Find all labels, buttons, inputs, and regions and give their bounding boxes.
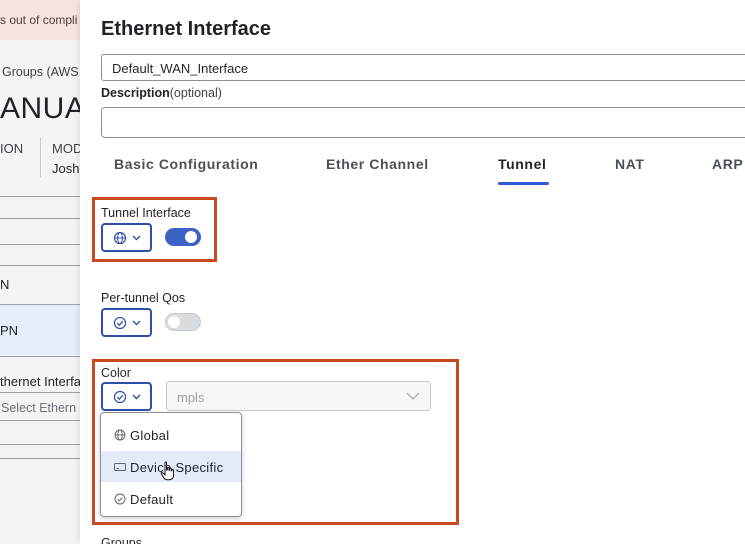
tab-basic-configuration[interactable]: Basic Configuration bbox=[114, 156, 258, 172]
column-label-2: MOD bbox=[52, 141, 80, 156]
color-select[interactable]: mpls bbox=[166, 381, 431, 411]
per-tunnel-qos-toggle[interactable] bbox=[165, 313, 201, 331]
scope-option-default[interactable]: Default bbox=[101, 483, 241, 514]
per-tunnel-qos-label: Per-tunnel Qos bbox=[101, 291, 186, 305]
interface-name-field[interactable]: Default_WAN_Interface bbox=[101, 54, 745, 81]
description-optional-text: (optional) bbox=[169, 86, 222, 100]
interface-name-value: Default_WAN_Interface bbox=[112, 61, 249, 76]
row-divider bbox=[0, 265, 80, 266]
check-circle-icon bbox=[114, 493, 126, 505]
tab-nat[interactable]: NAT bbox=[615, 156, 645, 172]
row-divider bbox=[0, 196, 80, 197]
check-circle-icon bbox=[113, 316, 141, 330]
tunnel-interface-label: Tunnel Interface bbox=[101, 206, 191, 220]
active-tab-indicator bbox=[498, 182, 549, 185]
column-value-2: Josh bbox=[52, 161, 80, 176]
tab-bar: Basic Configuration Ether Channel Tunnel… bbox=[80, 152, 745, 186]
background-page: s out of compli Groups (AWS ANUA ION MOD… bbox=[0, 0, 80, 544]
description-field[interactable] bbox=[101, 107, 745, 138]
per-tunnel-qos-scope-button[interactable] bbox=[101, 308, 152, 337]
ethernet-interface-panel: Ethernet Interface Default_WAN_Interface… bbox=[80, 0, 745, 544]
description-label-text: Description bbox=[101, 86, 170, 100]
row-divider bbox=[0, 444, 80, 445]
check-circle-icon bbox=[113, 390, 141, 404]
alert-text: s out of compli bbox=[0, 13, 78, 27]
compliance-alert: s out of compli bbox=[0, 0, 80, 40]
color-scope-button[interactable] bbox=[101, 382, 152, 411]
scope-option-label: Default bbox=[130, 492, 174, 507]
tab-ether-channel[interactable]: Ether Channel bbox=[326, 156, 429, 172]
column-label-1: ION bbox=[0, 141, 24, 156]
color-select-value: mpls bbox=[177, 390, 205, 405]
toggle-knob bbox=[168, 316, 180, 328]
scope-option-global[interactable]: Global bbox=[101, 419, 241, 450]
hand-cursor-icon bbox=[160, 461, 175, 481]
ethernet-interface-label: thernet Interfa bbox=[0, 374, 80, 389]
groups-label: Groups bbox=[101, 536, 142, 544]
list-item[interactable]: N bbox=[0, 277, 9, 292]
page-heading: ANUA bbox=[0, 92, 80, 125]
description-label: Description(optional) bbox=[101, 86, 222, 100]
groups-heading: Groups (AWS bbox=[2, 65, 79, 79]
row-divider bbox=[0, 458, 80, 459]
tunnel-interface-scope-button[interactable] bbox=[101, 223, 152, 252]
toggle-knob bbox=[185, 231, 197, 243]
panel-title: Ethernet Interface bbox=[101, 18, 272, 40]
tab-arp[interactable]: ARP bbox=[712, 156, 743, 172]
tunnel-interface-toggle[interactable] bbox=[165, 228, 201, 246]
ethernet-select-input[interactable]: Select Ethern bbox=[1, 401, 76, 415]
chevron-down-icon bbox=[406, 392, 420, 400]
column-divider bbox=[40, 137, 41, 177]
tab-tunnel[interactable]: Tunnel bbox=[498, 156, 546, 172]
list-item[interactable]: PN bbox=[0, 323, 18, 338]
device-icon bbox=[114, 463, 126, 471]
scope-option-label: Global bbox=[130, 428, 170, 443]
row-divider bbox=[0, 218, 80, 219]
row-divider bbox=[0, 356, 80, 357]
row-divider bbox=[0, 244, 80, 245]
scope-option-label: Device Specific bbox=[130, 460, 224, 475]
color-label: Color bbox=[101, 366, 131, 380]
row-divider bbox=[0, 420, 80, 421]
globe-icon bbox=[113, 231, 141, 245]
globe-icon bbox=[114, 429, 126, 441]
row-divider bbox=[0, 392, 80, 393]
